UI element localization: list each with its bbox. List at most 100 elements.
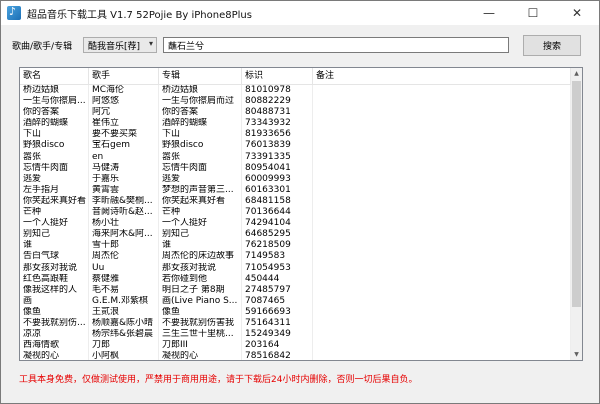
cell-id: 203164 xyxy=(242,340,313,352)
cell-album: 你笑起来真好看 xyxy=(159,195,242,208)
cell-id: 450444 xyxy=(242,273,313,285)
cell-note xyxy=(313,195,571,208)
cell-title: 酒醉的蝴蝶 xyxy=(20,118,89,130)
cell-id: 76013839 xyxy=(242,140,313,152)
minimize-button[interactable]: — xyxy=(467,1,511,25)
table-row[interactable]: 那女孩对我说 Uu 那女孩对我说 71054953 xyxy=(20,262,571,274)
table-row[interactable]: 像我这样的人 毛不易 明日之子 第8期 27485797 xyxy=(20,284,571,296)
table-row[interactable]: 别知己 海来阿木&阿... 别知己 64685295 xyxy=(20,229,571,241)
cell-id: 81010978 xyxy=(242,85,313,97)
table-row[interactable]: 嚣张 en 嚣张 73391335 xyxy=(20,151,571,163)
table-row[interactable]: 西海情歌 刀郎 刀郎III 203164 xyxy=(20,340,571,352)
column-header-id[interactable]: 标识 xyxy=(242,68,313,84)
scroll-up-icon[interactable]: ▲ xyxy=(571,68,582,79)
cell-note xyxy=(313,251,571,263)
table-row[interactable]: 野狼disco 宝石gem 野狼disco 76013839 xyxy=(20,140,571,152)
cell-artist: 雪十郎 xyxy=(89,240,159,252)
column-header-note[interactable]: 备注 xyxy=(313,68,571,84)
cell-artist: 于嘉乐 xyxy=(89,173,159,185)
app-music-icon xyxy=(7,5,21,20)
table-row[interactable]: 像鱼 王贰浪 像鱼 59166693 xyxy=(20,306,571,318)
results-table[interactable]: 歌名 歌手 专辑 标识 备注 桥边姑娘 MC海伦 桥边姑娘 81010978 一生与你擦… xyxy=(19,67,583,361)
cell-artist: 周杰伦 xyxy=(89,251,159,263)
column-header-title[interactable]: 歌名 xyxy=(20,68,89,84)
cell-album: 像鱼 xyxy=(159,306,242,318)
cell-title: 一生与你擦肩... xyxy=(20,96,89,108)
cell-id: 78516842 xyxy=(242,351,313,360)
title-bar: 超品音乐下载工具 V1.7 52Pojie By iPhone8Plus — ☐… xyxy=(1,1,599,25)
table-row[interactable]: 你的答案 阿冗 你的答案 80488731 xyxy=(20,107,571,119)
cell-note xyxy=(313,306,571,318)
cell-album: 谁 xyxy=(159,240,242,252)
cell-album: 酒醉的蝴蝶 xyxy=(159,118,242,130)
cell-artist: 音阙诗听&赵... xyxy=(89,207,159,219)
cell-artist: 杨宗纬&张碧晨 xyxy=(89,329,159,341)
table-row[interactable]: 凝视的心 小阿枫 凝视的心 78516842 xyxy=(20,351,571,360)
table-row[interactable]: 不要我就别伤... 杨顺嘉&陈小晴 不要我就别伤害我 75164311 xyxy=(20,317,571,330)
cell-album: 下山 xyxy=(159,129,242,141)
table-row[interactable]: 下山 要不要买菜 下山 81933656 xyxy=(20,129,571,141)
cell-title: 像鱼 xyxy=(20,306,89,318)
table-row[interactable]: 谁雪十郎谁 76218509 xyxy=(20,240,571,252)
cell-id: 68481158 xyxy=(242,195,313,208)
cell-title: 凝视的心 xyxy=(20,351,89,360)
cell-title: 凉凉 xyxy=(20,329,89,341)
table-row[interactable]: 一生与你擦肩... 阿悠悠 一生与你擦肩而过 80882229 xyxy=(20,96,571,108)
cell-title: 野狼disco xyxy=(20,140,89,152)
search-button[interactable]: 搜索 xyxy=(523,35,581,56)
cell-note xyxy=(313,284,571,296)
cell-note xyxy=(313,118,571,130)
cell-title: 忘情牛肉面 xyxy=(20,162,89,174)
cell-artist: 李昕融&樊桐... xyxy=(89,195,159,208)
table-row[interactable]: 忘情牛肉面 马健涛 忘情牛肉面 80954041 xyxy=(20,162,571,174)
cell-id: 73391335 xyxy=(242,151,313,163)
cell-album: 忘情牛肉面 xyxy=(159,162,242,174)
cell-title: 你的答案 xyxy=(20,107,89,119)
minimize-icon: — xyxy=(483,6,495,20)
cell-id: 15249349 xyxy=(242,329,313,341)
vertical-scrollbar[interactable]: ▲ ▼ xyxy=(571,68,582,360)
table-row[interactable]: 红色高跟鞋 蔡健雅 若你碰到他 450444 xyxy=(20,273,571,285)
table-row[interactable]: 告白气球 周杰伦 周杰伦的床边故事 7149583 xyxy=(20,251,571,263)
cell-id: 76218509 xyxy=(242,240,313,252)
cell-artist: 阿悠悠 xyxy=(89,96,159,108)
chevron-down-icon: ▾ xyxy=(148,39,153,48)
search-input[interactable] xyxy=(163,37,509,53)
cell-album: 画(Live Piano S... xyxy=(159,295,242,307)
table-row[interactable]: 逃爱 于嘉乐 逃爱 60009993 xyxy=(20,173,571,185)
cell-id: 7087465 xyxy=(242,295,313,307)
cell-note xyxy=(313,218,571,230)
column-header-album[interactable]: 专辑 xyxy=(159,68,242,84)
cell-note xyxy=(313,317,571,330)
table-row[interactable]: 酒醉的蝴蝶 崔伟立 酒醉的蝴蝶 73343932 xyxy=(20,118,571,130)
column-header-artist[interactable]: 歌手 xyxy=(89,68,159,84)
table-row[interactable]: 画 G.E.M.邓紫棋 画(Live Piano S... 7087465 xyxy=(20,295,571,307)
scroll-thumb[interactable] xyxy=(572,81,581,307)
disclaimer-notice: 工具本身免费，仅做测试使用，严禁用于商用用途，请于下载后24小时内删除，否则一切… xyxy=(19,375,418,385)
cell-artist: 马健涛 xyxy=(89,162,159,174)
cell-artist: MC海伦 xyxy=(89,85,159,97)
table-row[interactable]: 你笑起来真好看 李昕融&樊桐... 你笑起来真好看 68481158 xyxy=(20,195,571,208)
cell-note xyxy=(313,85,571,97)
source-select[interactable]: 酷我音乐[荐] ▾ xyxy=(83,37,157,53)
scroll-down-icon[interactable]: ▼ xyxy=(571,349,582,360)
maximize-button[interactable]: ☐ xyxy=(511,1,555,25)
table-row[interactable]: 一个人挺好 杨小壮 一个人挺好 74294104 xyxy=(20,218,571,230)
close-button[interactable]: ✕ xyxy=(555,1,599,25)
cell-album: 芒种 xyxy=(159,207,242,219)
table-row[interactable]: 凉凉 杨宗纬&张碧晨 三生三世十里桃... 15249349 xyxy=(20,329,571,341)
cell-album: 桥边姑娘 xyxy=(159,85,242,97)
cell-note xyxy=(313,162,571,174)
table-row[interactable]: 左手指月 黄霄雲 梦想的声音第三... 60163301 xyxy=(20,184,571,196)
cell-album: 梦想的声音第三... xyxy=(159,184,242,196)
table-rows: 桥边姑娘 MC海伦 桥边姑娘 81010978 一生与你擦肩... 阿悠悠 一生与你擦肩而过… xyxy=(20,85,571,360)
table-row[interactable]: 桥边姑娘 MC海伦 桥边姑娘 81010978 xyxy=(20,85,571,97)
cell-album: 一生与你擦肩而过 xyxy=(159,96,242,108)
table-row[interactable]: 芒种 音阙诗听&赵... 芒种 70136644 xyxy=(20,207,571,219)
cell-note xyxy=(313,140,571,152)
cell-id: 80488731 xyxy=(242,107,313,119)
cell-id: 74294104 xyxy=(242,218,313,230)
cell-title: 你笑起来真好看 xyxy=(20,195,89,208)
search-toolbar: 歌曲/歌手/专辑 酷我音乐[荐] ▾ 搜索 xyxy=(1,31,599,59)
cell-note xyxy=(313,229,571,241)
